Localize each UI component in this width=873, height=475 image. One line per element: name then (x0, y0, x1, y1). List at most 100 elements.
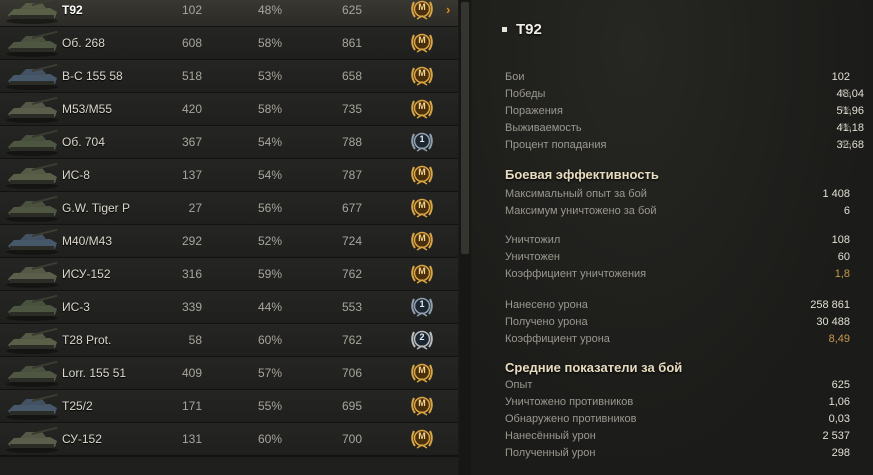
vehicle-image (4, 163, 60, 189)
vehicle-row[interactable]: T25/2 171 55% 695 M (0, 390, 458, 424)
mastery-badge-icon: M (409, 229, 435, 253)
battles-count: 420 (181, 102, 202, 116)
win-rate: 53% (257, 69, 282, 83)
stat-row: Полученный урон 298 (505, 445, 850, 462)
vehicle-row[interactable]: В-С 155 58 518 53% 658 M (0, 60, 458, 94)
vehicle-name: СУ-152 (62, 432, 102, 446)
average-xp: 553 (341, 300, 362, 314)
vehicle-row[interactable]: ИСУ-152 316 59% 762 M (0, 258, 458, 292)
win-rate: 57% (257, 366, 282, 380)
stat-label: Уничтожен (505, 251, 560, 263)
stat-label: Получено урона (505, 316, 588, 328)
mastery-class-1-icon: 1 (409, 295, 435, 319)
stat-value: 625 (831, 379, 850, 391)
badge-label: M (418, 35, 426, 45)
scrollbar-thumb[interactable] (461, 2, 469, 254)
stat-label: Победы (505, 88, 546, 100)
win-rate: 55% (257, 399, 282, 413)
badge-label: 2 (419, 332, 425, 342)
stat-unit: % (841, 139, 851, 151)
stat-label: Максимальный опыт за бой (505, 188, 647, 200)
average-xp: 735 (341, 102, 362, 116)
vehicle-row[interactable]: M53/M55 420 58% 735 M (0, 93, 458, 127)
mastery-badge-icon: M (409, 394, 435, 418)
stat-row: Нанесено урона 258 861 (505, 297, 850, 314)
average-xp: 788 (341, 135, 362, 149)
average-xp: 762 (341, 267, 362, 281)
badge-label: M (418, 68, 426, 78)
battles-count: 292 (181, 234, 202, 248)
mastery-badge-icon: M (409, 31, 435, 55)
average-xp: 762 (341, 333, 362, 347)
badge-label: 1 (419, 134, 425, 144)
vehicle-image (4, 361, 60, 387)
vehicle-row[interactable]: Lorr. 155 51 409 57% 706 M (0, 357, 458, 391)
stat-row: Уничтожил 108 (505, 232, 850, 249)
mastery-badge-icon: M (409, 262, 435, 286)
vehicle-row[interactable]: T92 102 48% 625 M › (0, 0, 458, 28)
vehicle-name: Lorr. 155 51 (62, 366, 127, 380)
vehicle-name: Об. 268 (62, 36, 105, 50)
stat-row: Уничтожено противников 1,06 (505, 394, 850, 411)
vehicle-image (4, 0, 60, 24)
vehicle-name: G.W. Tiger P (62, 201, 131, 215)
stat-value: 1,8 (834, 268, 850, 280)
vehicle-row[interactable]: ИС-8 137 54% 787 M (0, 159, 458, 193)
stat-row: Коэффициент урона 8,49 (505, 331, 850, 348)
win-rate: 58% (257, 36, 282, 50)
average-xp: 625 (341, 3, 362, 17)
stat-label: Процент попадания (505, 139, 607, 151)
mastery-badge-icon: M (409, 361, 435, 385)
average-xp: 706 (341, 366, 362, 380)
badge-label: M (418, 200, 426, 210)
battles-count: 367 (181, 135, 202, 149)
win-rate: 52% (257, 234, 282, 248)
vehicle-name: T28 Prot. (62, 333, 112, 347)
battles-count: 339 (181, 300, 202, 314)
mastery-badge-icon: M (409, 427, 435, 451)
vehicle-row[interactable]: M40/M43 292 52% 724 M (0, 225, 458, 259)
stat-value: 2 537 (822, 430, 850, 442)
vehicle-row[interactable]: ИС-3 339 44% 553 1 (0, 291, 458, 325)
stat-value: 60 (837, 251, 850, 263)
section-combat-efficiency: Боевая эффективность (505, 167, 659, 182)
stat-row: Опыт 625 (505, 377, 850, 394)
stat-label: Коэффициент урона (505, 333, 610, 345)
win-rate: 48% (257, 3, 282, 17)
average-xp: 677 (341, 201, 362, 215)
stat-label: Уничтожил (505, 234, 561, 246)
stat-unit: % (841, 122, 851, 134)
vehicle-name: ИС-8 (62, 168, 90, 182)
badge-label: M (418, 167, 426, 177)
badge-label: M (418, 101, 426, 111)
stat-label: Полученный урон (505, 447, 596, 459)
vehicle-image (4, 427, 60, 453)
battles-count: 102 (181, 3, 202, 17)
win-rate: 56% (257, 201, 282, 215)
vehicle-image (4, 295, 60, 321)
vehicle-list-scrollbar[interactable] (459, 0, 471, 475)
mastery-badge-icon: M (409, 163, 435, 187)
vehicle-image (4, 394, 60, 420)
battles-count: 131 (181, 432, 202, 446)
battles-count: 137 (181, 168, 202, 182)
stat-value: 6 (843, 205, 850, 217)
stat-value: 108 (831, 234, 850, 246)
vehicle-row[interactable]: СУ-152 131 60% 700 M (0, 423, 458, 457)
vehicle-row[interactable]: Об. 268 608 58% 861 M (0, 27, 458, 61)
stat-row: Коэффициент уничтожения 1,8 (505, 266, 850, 283)
stat-label: Нанесённый урон (505, 430, 596, 442)
stat-label: Уничтожено противников (505, 396, 634, 408)
vehicle-name: M40/M43 (62, 234, 113, 248)
stat-value: 0,03 (828, 413, 850, 425)
stat-value: 102 (831, 71, 850, 83)
vehicle-row[interactable]: G.W. Tiger P 27 56% 677 M (0, 192, 458, 226)
battles-count: 58 (188, 333, 202, 347)
stat-label: Нанесено урона (505, 299, 588, 311)
mastery-badge-icon: M (409, 196, 435, 220)
win-rate: 54% (257, 135, 282, 149)
vehicle-row[interactable]: T28 Prot. 58 60% 762 2 (0, 324, 458, 358)
badge-label: M (418, 233, 426, 243)
vehicle-row[interactable]: Об. 704 367 54% 788 1 (0, 126, 458, 160)
stat-label: Коэффициент уничтожения (505, 268, 647, 280)
